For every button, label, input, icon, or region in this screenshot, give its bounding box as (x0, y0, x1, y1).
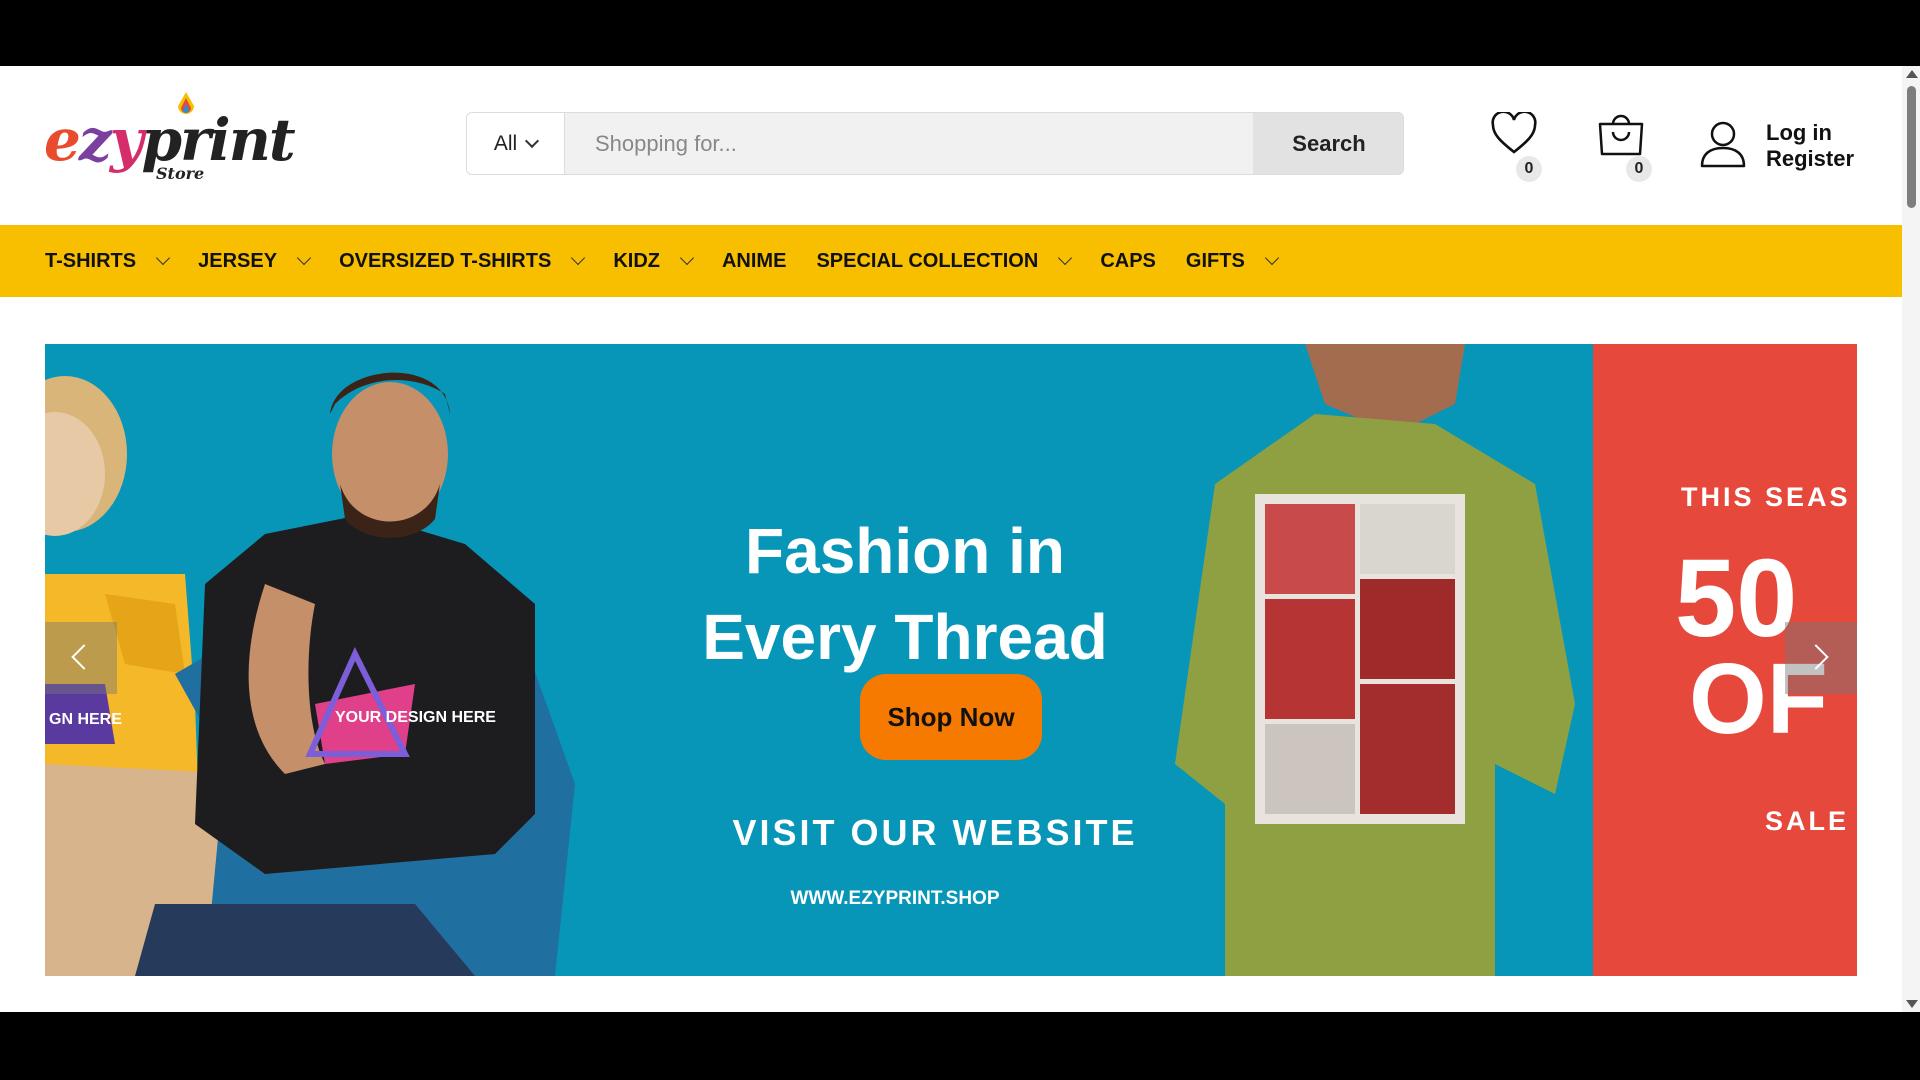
nav-item-label: OVERSIZED T-SHIRTS (339, 249, 552, 272)
nav-item-kidz[interactable]: KIDZ (613, 249, 695, 273)
nav-item-label: T-SHIRTS (45, 249, 137, 272)
nav-item-label: KIDZ (613, 249, 660, 272)
nav-item-gifts[interactable]: GIFTS (1185, 249, 1279, 273)
nav-item-t-shirts[interactable]: T-SHIRTS (45, 249, 171, 273)
logo-subtitle: Store (156, 164, 205, 183)
model-man-image: YOUR DESIGN HERE (135, 372, 575, 976)
nav-item-jersey[interactable]: JERSEY (198, 249, 312, 273)
chevron-down-icon (679, 250, 695, 266)
banner-headline-line1: Fashion in (745, 515, 1065, 587)
letterbox-bottom (0, 1012, 1920, 1080)
site-header: ezyprint Store All Search 0 0 (0, 66, 1902, 225)
shirt-print-text: YOUR DESIGN HERE (335, 709, 496, 726)
page-scrollbar[interactable] (1902, 66, 1920, 1012)
carousel-prev-button[interactable] (45, 622, 117, 694)
scroll-up-arrow-icon[interactable] (1906, 70, 1918, 78)
cart-button[interactable]: 0 (1596, 110, 1652, 182)
search-category-select[interactable]: All (467, 113, 565, 174)
chevron-down-icon (1058, 250, 1073, 266)
search-category-label: All (493, 131, 518, 155)
account-links: Log in Register (1700, 116, 1870, 176)
banner-headline-line2: Every Thread (702, 601, 1108, 673)
search-input[interactable] (565, 113, 1253, 174)
search-button[interactable]: Search (1253, 113, 1403, 174)
wishlist-count-badge: 0 (1516, 156, 1542, 182)
shopping-bag-icon (1598, 114, 1644, 156)
cart-count-badge: 0 (1626, 156, 1652, 182)
scrollbar-thumb[interactable] (1907, 86, 1916, 208)
register-link[interactable]: Register (1766, 146, 1854, 172)
nav-item-label: CAPS (1100, 249, 1156, 272)
chevron-down-icon (1264, 250, 1279, 266)
nav-item-label: SPECIAL COLLECTION (816, 249, 1039, 272)
nav-item-caps[interactable]: CAPS (1100, 250, 1156, 273)
next-slide-text-4: SALE (1765, 806, 1850, 836)
side-shirt-print: GN HERE (49, 711, 122, 728)
heart-icon (1491, 112, 1537, 154)
browser-viewport: ezyprint Store All Search 0 0 (0, 66, 1920, 1012)
chevron-right-icon (1803, 644, 1829, 670)
carousel-next-button[interactable] (1785, 622, 1857, 694)
site-logo[interactable]: ezyprint Store (44, 92, 296, 202)
chevron-left-icon (71, 644, 97, 670)
chevron-down-icon (156, 250, 171, 266)
nav-item-label: ANIME (721, 249, 787, 272)
next-slide-text-1: THIS SEAS (1681, 482, 1851, 512)
next-slide-text-2: 50 (1675, 537, 1798, 660)
nav-item-label: GIFTS (1185, 249, 1245, 272)
letterbox-top (0, 0, 1920, 66)
chevron-down-icon (571, 250, 586, 266)
scroll-down-arrow-icon[interactable] (1906, 1000, 1918, 1008)
website-url-text: WWW.EZYPRINT.SHOP (790, 888, 1000, 909)
hero-banner: GN HERE YOUR DESIGN HERE THIS SEAS 50 OF… (45, 344, 1857, 976)
user-icon (1700, 121, 1746, 168)
visit-website-text: VISIT OUR WEBSITE (732, 812, 1138, 853)
login-link[interactable]: Log in (1766, 120, 1832, 146)
nav-item-label: JERSEY (198, 249, 278, 272)
shop-now-button[interactable]: Shop Now (860, 674, 1042, 760)
nav-item-oversized-t-shirts[interactable]: OVERSIZED T-SHIRTS (339, 249, 586, 273)
chevron-down-icon (296, 250, 312, 266)
wishlist-button[interactable]: 0 (1488, 110, 1544, 182)
nav-item-anime[interactable]: ANIME (722, 250, 786, 273)
search-bar: All Search (466, 112, 1404, 175)
main-nav: T-SHIRTS JERSEY OVERSIZED T-SHIRTS KIDZ … (0, 225, 1902, 297)
nav-item-special-collection[interactable]: SPECIAL COLLECTION (816, 249, 1073, 273)
chevron-down-icon (525, 133, 540, 149)
